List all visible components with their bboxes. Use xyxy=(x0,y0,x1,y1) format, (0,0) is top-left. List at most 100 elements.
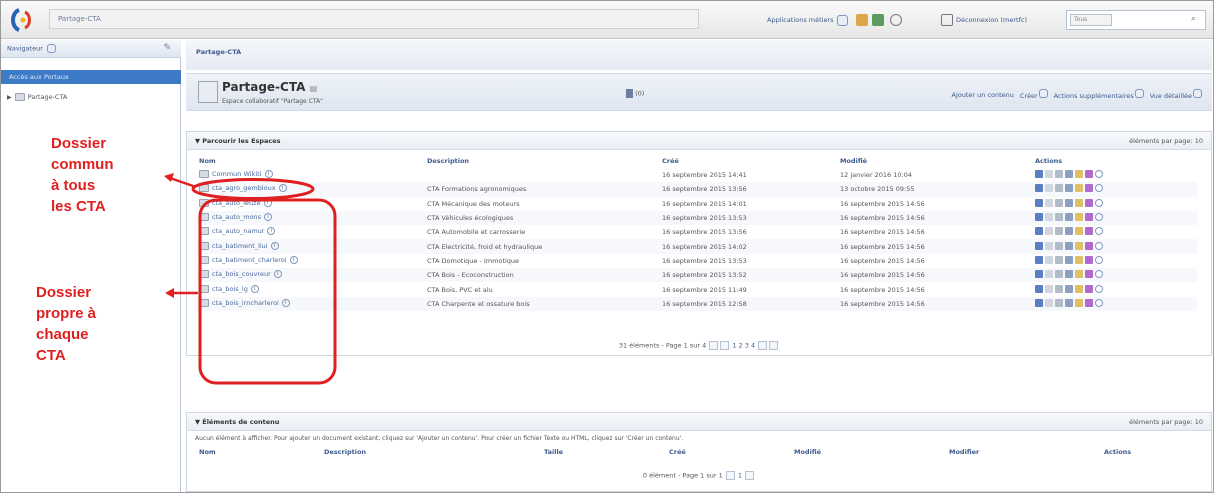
space-link[interactable]: cta_auto_leuze i xyxy=(199,198,272,207)
copy-icon[interactable] xyxy=(1045,170,1053,179)
copy-icon[interactable] xyxy=(1045,184,1053,193)
paste-icon[interactable] xyxy=(1055,241,1063,250)
create-menu[interactable]: Créer xyxy=(1020,89,1048,100)
page-numbers[interactable]: 1 2 3 4 xyxy=(732,342,755,350)
table-row[interactable]: cta_batiment_liui i CTA Electricité, froid… xyxy=(197,239,1197,254)
search-box[interactable]: Tous ⌕ xyxy=(1066,10,1206,30)
column-header-description[interactable]: Description xyxy=(425,154,660,168)
cell-name[interactable]: cta_batiment_liui i xyxy=(197,239,425,254)
add-content-link[interactable]: Ajouter un contenu xyxy=(952,91,1014,99)
info-icon[interactable]: i xyxy=(281,298,290,307)
column-header-name[interactable]: Nom xyxy=(197,154,425,168)
user-icon[interactable] xyxy=(1035,284,1043,293)
grid-icon[interactable] xyxy=(872,14,884,26)
delete-icon[interactable] xyxy=(1065,284,1073,293)
cell-name[interactable]: cta_bois_lg i xyxy=(197,282,425,296)
user-icon[interactable] xyxy=(1035,270,1043,279)
logout-link[interactable]: Déconnexion (mertfc) xyxy=(941,12,1027,28)
collapse-icon[interactable]: ▼ xyxy=(195,418,200,426)
more-icon[interactable] xyxy=(1095,198,1103,207)
info-icon[interactable]: i xyxy=(263,198,272,207)
delete-icon[interactable] xyxy=(1065,270,1073,279)
more-icon[interactable] xyxy=(1095,298,1103,307)
user-icon[interactable] xyxy=(1035,227,1043,236)
edit-icon[interactable] xyxy=(1075,298,1083,307)
edit-icon[interactable] xyxy=(1075,198,1083,207)
table-row[interactable]: cta_auto_leuze i CTA Mécanique des moteurs… xyxy=(197,197,1197,211)
link-icon[interactable] xyxy=(1085,298,1093,307)
expand-arrow-icon[interactable]: ▶ xyxy=(7,94,12,101)
users-icon[interactable] xyxy=(856,14,868,26)
info-icon[interactable]: i xyxy=(267,227,276,236)
space-link[interactable]: cta_auto_mons i xyxy=(199,213,273,222)
info-icon[interactable]: i xyxy=(264,213,273,222)
sidebar-selected-item[interactable]: Accès aux Portaux xyxy=(1,70,181,84)
link-icon[interactable] xyxy=(1085,184,1093,193)
more-icon[interactable] xyxy=(1095,213,1103,222)
search-icon[interactable]: ⌕ xyxy=(1191,14,1202,25)
column-header-description[interactable]: Description xyxy=(322,446,542,458)
delete-icon[interactable] xyxy=(1065,170,1073,179)
link-icon[interactable] xyxy=(1085,170,1093,179)
space-link[interactable]: cta_auto_namur i xyxy=(199,227,276,236)
edit-icon[interactable] xyxy=(1075,184,1083,193)
breadcrumb[interactable]: Partage-CTA xyxy=(186,40,1212,70)
space-link[interactable]: cta_agro_gembloux i xyxy=(199,184,287,193)
link-icon[interactable] xyxy=(1085,213,1093,222)
table-row[interactable]: cta_batiment_charleroi i CTA Domotique - I… xyxy=(197,254,1197,268)
table-row[interactable]: Commun Wikiti i 16 septembre 2015 14:41 12 … xyxy=(197,168,1197,182)
cell-name[interactable]: cta_batiment_charleroi i xyxy=(197,254,425,268)
copy-icon[interactable] xyxy=(1045,255,1053,264)
copy-icon[interactable] xyxy=(1045,298,1053,307)
delete-icon[interactable] xyxy=(1065,298,1073,307)
help-icon[interactable] xyxy=(890,14,902,26)
delete-icon[interactable] xyxy=(1065,227,1073,236)
copy-icon[interactable] xyxy=(1045,198,1053,207)
user-icon[interactable] xyxy=(1035,298,1043,307)
navigator-header[interactable]: Navigateur ✎ xyxy=(1,40,181,58)
delete-icon[interactable] xyxy=(1065,184,1073,193)
copy-icon[interactable] xyxy=(1045,227,1053,236)
edit-icon[interactable] xyxy=(1075,270,1083,279)
prev-page-button[interactable] xyxy=(720,341,730,350)
info-icon[interactable]: i xyxy=(270,241,279,250)
next-page-button[interactable] xyxy=(745,471,755,480)
link-icon[interactable] xyxy=(1085,284,1093,293)
items-per-page[interactable]: éléments par page: 10 xyxy=(1129,418,1203,426)
more-icon[interactable] xyxy=(1095,184,1103,193)
space-link[interactable]: cta_bois_lg i xyxy=(199,284,259,293)
user-icon[interactable] xyxy=(1035,170,1043,179)
table-row[interactable]: cta_bois_irncharleroi i CTA Charpente et o… xyxy=(197,296,1197,311)
chevron-down-icon[interactable] xyxy=(47,44,57,53)
column-header-modified[interactable]: Modifié xyxy=(838,154,1033,168)
user-icon[interactable] xyxy=(1035,255,1043,264)
link-icon[interactable] xyxy=(1085,270,1093,279)
table-row[interactable]: cta_bois_couvreur i CTA Bois - Ecoconstruc… xyxy=(197,268,1197,283)
spaces-panel-header[interactable]: ▼ Parcourir les Espaces éléments par pag… xyxy=(187,132,1211,150)
more-icon[interactable] xyxy=(1095,284,1103,293)
copy-icon[interactable] xyxy=(1045,213,1053,222)
space-link[interactable]: Commun Wikiti i xyxy=(199,170,273,179)
next-page-button[interactable] xyxy=(758,341,768,350)
paste-icon[interactable] xyxy=(1055,270,1063,279)
edit-icon[interactable] xyxy=(1075,255,1083,264)
paste-icon[interactable] xyxy=(1055,198,1063,207)
space-link[interactable]: cta_bois_irncharleroi i xyxy=(199,298,290,307)
edit-icon[interactable]: ▤ xyxy=(310,84,318,93)
more-icon[interactable] xyxy=(1095,255,1103,264)
delete-icon[interactable] xyxy=(1065,241,1073,250)
delete-icon[interactable] xyxy=(1065,198,1073,207)
user-icon[interactable] xyxy=(1035,241,1043,250)
link-icon[interactable] xyxy=(1085,255,1093,264)
edit-icon[interactable] xyxy=(1075,227,1083,236)
paste-icon[interactable] xyxy=(1055,170,1063,179)
paste-icon[interactable] xyxy=(1055,184,1063,193)
info-icon[interactable]: i xyxy=(273,270,282,279)
applications-menu[interactable]: Applications métiers xyxy=(767,12,848,28)
pin-icon[interactable]: ✎ xyxy=(163,43,171,53)
copy-icon[interactable] xyxy=(1045,270,1053,279)
table-row[interactable]: cta_auto_mons i CTA Véhicules écologiques 1… xyxy=(197,210,1197,226)
column-header-name[interactable]: Nom xyxy=(197,446,322,458)
more-icon[interactable] xyxy=(1095,227,1103,236)
paste-icon[interactable] xyxy=(1055,284,1063,293)
